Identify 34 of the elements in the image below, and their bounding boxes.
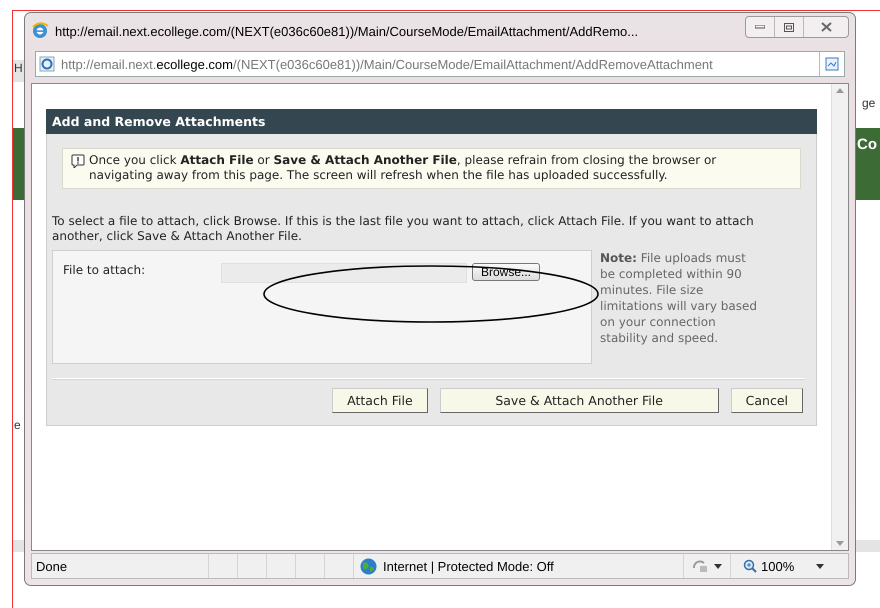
cancel-button[interactable]: Cancel: [730, 388, 803, 413]
field-label: File to attach:: [63, 263, 146, 277]
security-zone-text: Internet | Protected Mode: Off: [383, 558, 554, 574]
globe-icon: [360, 558, 377, 574]
dropdown-icon[interactable]: [714, 564, 722, 568]
zoom-level[interactable]: 100%: [761, 558, 794, 574]
compatibility-icon[interactable]: [824, 56, 840, 72]
status-text: Done: [36, 558, 68, 574]
page-icon: [39, 56, 55, 72]
restore-icon: [784, 22, 794, 32]
note-text: Note: File uploads must be completed within 90 minutes. File size limitations will vary based on your connection stability and speed.: [600, 250, 758, 347]
minimize-icon: [755, 25, 765, 29]
background-text: H: [14, 61, 23, 75]
background-text: ge: [862, 96, 876, 110]
background-band: [13, 128, 25, 200]
file-input-field[interactable]: [221, 263, 467, 283]
attach-file-button[interactable]: Attach File: [332, 388, 428, 413]
browser-logo-icon: [31, 22, 49, 40]
address-text: http://email.next.ecollege.com/(NEXT(e036c60e81))/Main/CourseMode/EmailAttachment/AddRemoveAttachment: [61, 56, 714, 72]
background-strip: [13, 60, 25, 82]
window-title: http://email.next.ecollege.com/(NEXT(e036c60e81))/Main/CourseMode/EmailAttachment/AddRemo...: [55, 24, 640, 38]
warning-text: Once you click Attach File or Save & Attach Another File, please refrain from closing the browser or navigating away from this page. The screen will refresh when the file has uploaded successfully.: [89, 153, 718, 183]
background-band: [856, 128, 880, 200]
background-text: Co: [857, 136, 877, 153]
dialog-title: Add and Remove Attachments: [46, 109, 817, 134]
exclamation-icon: [71, 154, 85, 168]
instructions-text: To select a file to attach, click Browse. If this is the last file you want to attach, click Attach File. If you want to attach another, click Save & Attach Another File.: [52, 214, 755, 244]
dropdown-icon[interactable]: [816, 564, 824, 568]
zoom-icon[interactable]: [743, 559, 757, 573]
save-and-attach-button[interactable]: Save & Attach Another File: [440, 388, 719, 413]
address-field[interactable]: http://email.next.ecollege.com/(NEXT(e036c60e81))/Main/CourseMode/EmailAttachment/AddRemoveAttachment: [35, 51, 845, 77]
background-text: e: [14, 418, 21, 432]
browse-button[interactable]: Browse...: [472, 263, 540, 281]
close-icon: [820, 22, 832, 32]
